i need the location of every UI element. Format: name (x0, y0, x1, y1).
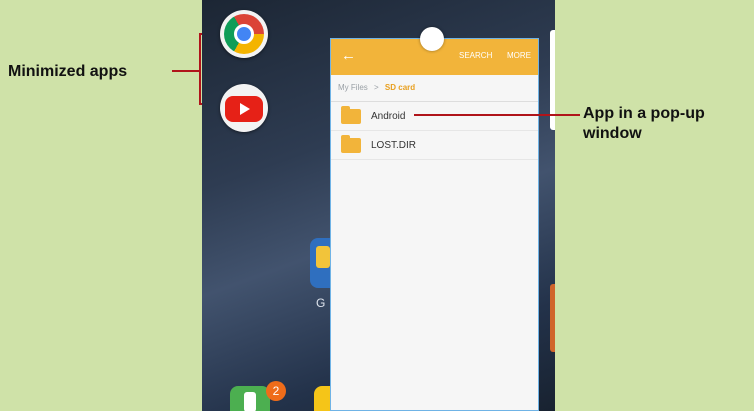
file-name: LOST.DIR (371, 139, 417, 151)
callout-line (172, 70, 200, 72)
folder-icon (341, 134, 361, 153)
notification-badge: 2 (266, 381, 286, 401)
callout-line (414, 114, 580, 116)
more-button[interactable]: MORE (507, 51, 531, 60)
popup-window[interactable]: ← SEARCH MORE My Files > SD card Android… (330, 38, 539, 411)
file-name: Android (371, 110, 406, 122)
google-folder-label: G (316, 296, 326, 310)
play-icon (240, 103, 250, 115)
chrome-minimized-bubble[interactable] (220, 10, 268, 58)
search-button[interactable]: SEARCH (459, 51, 492, 60)
minimized-apps-label: Minimized apps (8, 63, 128, 80)
popup-drag-handle[interactable] (420, 27, 444, 51)
back-arrow-icon[interactable]: ← (341, 47, 356, 65)
phone-screen: G 2 ← SEARCH MORE My Files > SD card And… (202, 0, 555, 411)
folder-icon (341, 105, 361, 124)
list-item[interactable]: LOST.DIR (331, 131, 538, 160)
popup-window-label: App in a pop-up window (583, 105, 705, 142)
breadcrumb: My Files > SD card (331, 75, 538, 101)
breadcrumb-separator: > (374, 83, 379, 92)
home-icon-edge (550, 284, 555, 352)
breadcrumb-sd-card[interactable]: SD card (385, 83, 415, 92)
list-item[interactable]: Android (331, 102, 538, 131)
phone-app-icon[interactable] (230, 386, 270, 411)
youtube-minimized-bubble[interactable] (220, 84, 268, 132)
callout-line (199, 33, 201, 105)
breadcrumb-my-files[interactable]: My Files (338, 83, 368, 92)
